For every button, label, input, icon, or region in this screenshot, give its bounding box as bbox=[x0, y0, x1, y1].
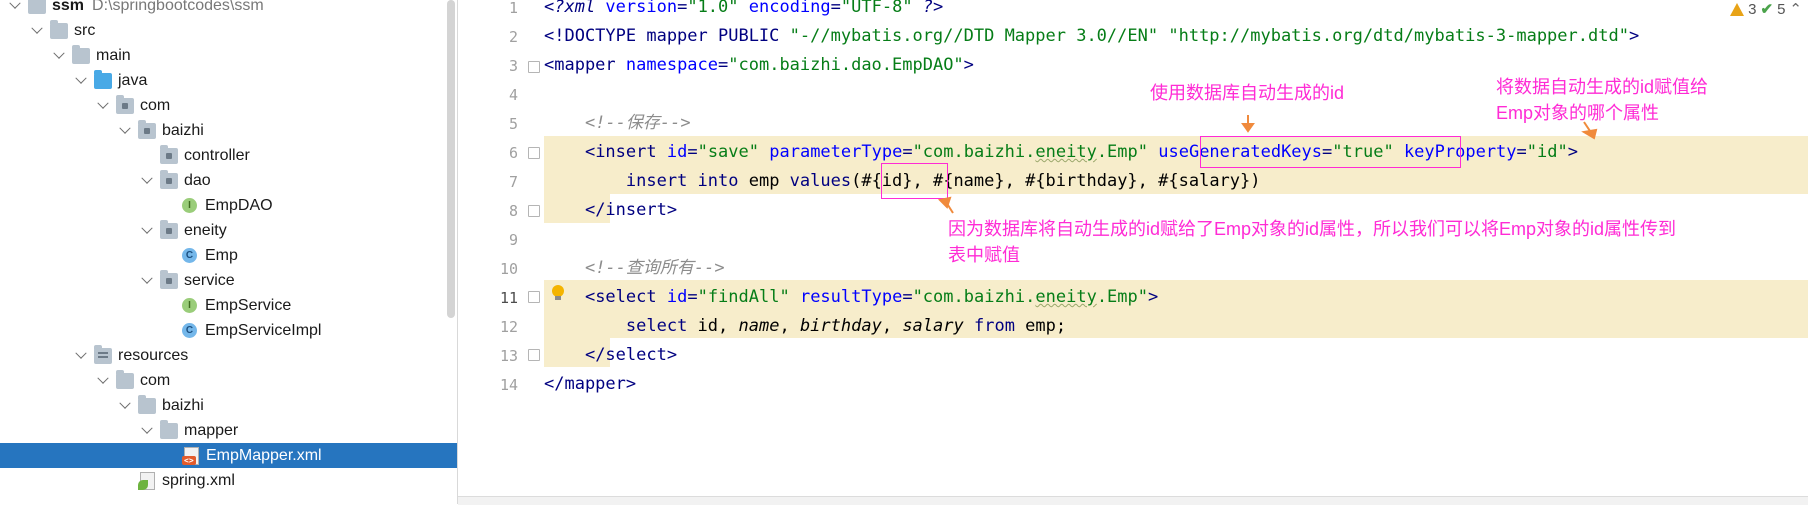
package-icon bbox=[116, 94, 134, 114]
tree-item-label: ssm bbox=[52, 0, 85, 14]
chevron-up-icon[interactable]: ⌃ bbox=[1789, 0, 1802, 18]
code-editor[interactable]: 1 2 3 4 5 6 7 8 9 10 11 12 13 14 <?xml version="1.0" … bbox=[458, 0, 1808, 496]
tree-item-label: EmpService bbox=[205, 296, 292, 314]
chevron-down-icon[interactable] bbox=[74, 347, 88, 363]
folder-icon bbox=[50, 19, 68, 39]
tree-item-label: resources bbox=[118, 346, 189, 364]
project-path: D:\springbootcodes\ssm bbox=[92, 0, 264, 14]
tree-item-java[interactable]: java bbox=[0, 68, 457, 93]
interface-icon: I bbox=[182, 298, 197, 313]
chevron-down-icon[interactable] bbox=[96, 372, 110, 388]
chevron-down-icon[interactable] bbox=[74, 72, 88, 88]
folder-icon bbox=[138, 394, 156, 414]
folder-icon bbox=[160, 419, 178, 439]
tree-item-label: spring.xml bbox=[162, 471, 235, 489]
project-tree[interactable]: ssm D:\springbootcodes\ssm src main java com b… bbox=[0, 0, 458, 504]
warning-count: 3 bbox=[1748, 0, 1757, 18]
tree-item-label: EmpServiceImpl bbox=[205, 321, 322, 339]
tree-item-label: dao bbox=[184, 171, 211, 189]
chevron-down-icon[interactable] bbox=[30, 22, 44, 38]
arrow-note2-head bbox=[1581, 128, 1598, 140]
tree-item-service[interactable]: service bbox=[0, 268, 457, 293]
warning-icon bbox=[1730, 2, 1745, 16]
tree-item-label: com bbox=[140, 371, 171, 389]
tree-item-label: com bbox=[140, 96, 171, 114]
tree-item-label: controller bbox=[184, 146, 250, 164]
tree-item-empservice[interactable]: I EmpService bbox=[0, 293, 457, 318]
tree-item-spring-xml[interactable]: spring.xml bbox=[0, 468, 457, 493]
tree-item-ssm[interactable]: ssm D:\springbootcodes\ssm bbox=[0, 0, 454, 18]
tree-item-label: baizhi bbox=[162, 121, 204, 139]
chevron-down-icon[interactable] bbox=[8, 0, 22, 13]
package-icon bbox=[160, 269, 178, 289]
tree-item-controller[interactable]: controller bbox=[0, 143, 457, 168]
annotation-arrows bbox=[937, 115, 1598, 214]
chevron-down-icon[interactable] bbox=[96, 97, 110, 113]
tree-item-empmapper-xml[interactable]: <> EmpMapper.xml bbox=[0, 443, 457, 468]
tree-item-emp[interactable]: C Emp bbox=[0, 243, 457, 268]
inspection-status[interactable]: 3 ✔ 5 ⌃ bbox=[1730, 0, 1802, 18]
package-icon bbox=[138, 119, 156, 139]
source-folder-icon bbox=[94, 69, 112, 89]
package-icon bbox=[160, 144, 178, 164]
class-icon: C bbox=[182, 323, 197, 338]
xml-file-icon: <> bbox=[182, 446, 200, 465]
class-icon: C bbox=[182, 248, 197, 263]
folder-icon bbox=[28, 0, 46, 14]
tree-item-mapper[interactable]: mapper bbox=[0, 418, 457, 443]
chevron-down-icon[interactable] bbox=[140, 422, 154, 438]
tree-item-eneity[interactable]: eneity bbox=[0, 218, 457, 243]
tree-scrollbar[interactable] bbox=[447, 0, 455, 318]
check-icon: ✔ bbox=[1760, 1, 1774, 18]
package-icon bbox=[160, 219, 178, 239]
tree-item-label: eneity bbox=[184, 221, 227, 239]
chevron-down-icon[interactable] bbox=[118, 397, 132, 413]
tree-item-com[interactable]: com bbox=[0, 93, 457, 118]
spring-xml-icon bbox=[138, 471, 156, 490]
tree-item-label: EmpDAO bbox=[205, 196, 273, 214]
folder-icon bbox=[116, 369, 134, 389]
resources-folder-icon bbox=[94, 344, 112, 364]
tree-item-label: baizhi bbox=[162, 396, 204, 414]
chevron-down-icon[interactable] bbox=[118, 122, 132, 138]
tree-item-empdao[interactable]: I EmpDAO bbox=[0, 193, 457, 218]
tree-item-label: src bbox=[74, 21, 96, 39]
tree-item-resources[interactable]: resources bbox=[0, 343, 457, 368]
tree-item-label: Emp bbox=[205, 246, 238, 264]
package-icon bbox=[160, 169, 178, 189]
chevron-down-icon[interactable] bbox=[140, 222, 154, 238]
arrow-note3-head bbox=[937, 196, 952, 209]
ok-count: 5 bbox=[1777, 0, 1786, 18]
chevron-down-icon[interactable] bbox=[140, 172, 154, 188]
interface-icon: I bbox=[182, 198, 197, 213]
tree-item-empserviceimpl[interactable]: C EmpServiceImpl bbox=[0, 318, 457, 343]
tree-item-src[interactable]: src bbox=[0, 18, 457, 43]
tree-item-main[interactable]: main bbox=[0, 43, 457, 68]
arrow-note1-head bbox=[1241, 123, 1255, 133]
chevron-down-icon[interactable] bbox=[140, 272, 154, 288]
tree-item-label: EmpMapper.xml bbox=[206, 446, 322, 464]
tree-item-com[interactable]: com bbox=[0, 368, 457, 393]
tree-item-baizhi[interactable]: baizhi bbox=[0, 393, 457, 418]
tree-item-label: java bbox=[118, 71, 148, 89]
tree-item-dao[interactable]: dao bbox=[0, 168, 457, 193]
tree-item-label: main bbox=[96, 46, 131, 64]
chevron-down-icon[interactable] bbox=[52, 47, 66, 63]
tree-item-label: service bbox=[184, 271, 235, 289]
tree-item-label: mapper bbox=[184, 421, 239, 439]
tree-item-baizhi[interactable]: baizhi bbox=[0, 118, 457, 143]
folder-icon bbox=[72, 44, 90, 64]
